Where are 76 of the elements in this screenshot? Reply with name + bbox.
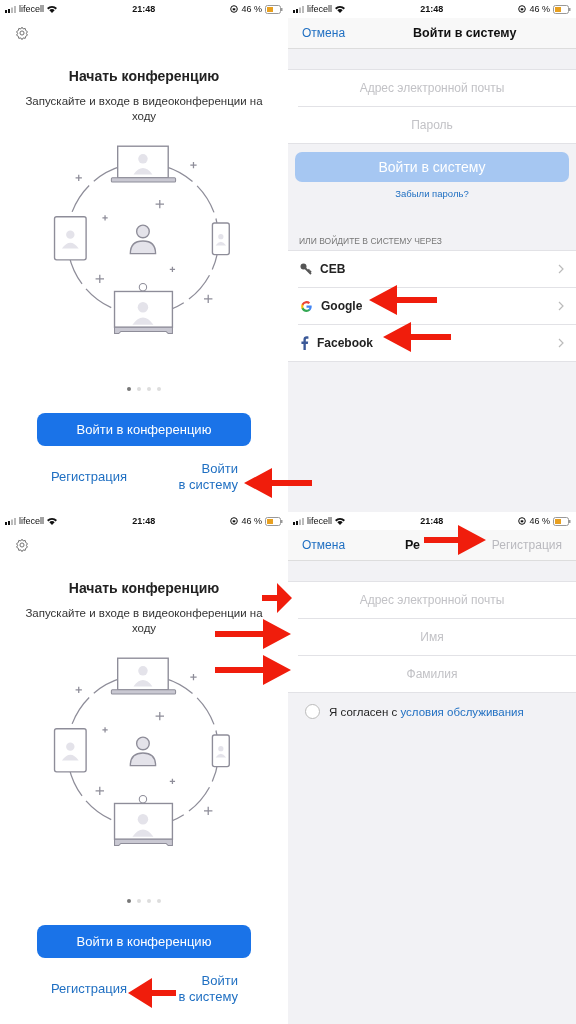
carrier-name: lifecell [19, 516, 44, 526]
cancel-link[interactable]: Отмена [302, 538, 346, 552]
signup-link[interactable]: Регистрация [51, 469, 127, 485]
page-dot[interactable] [127, 899, 131, 903]
orientation-lock-icon [518, 5, 527, 13]
page-dot[interactable] [137, 387, 141, 391]
join-meeting-button[interactable]: Войти в конференцию [37, 925, 251, 958]
screen-subtitle: Запускайте и входе в видеоконференции на ходу [24, 94, 264, 124]
status-time: 21:48 [132, 4, 156, 14]
carrier-name: lifecell [307, 516, 332, 526]
orientation-lock-icon [230, 517, 239, 525]
battery-icon [553, 4, 571, 14]
nav-title: Войти в систему [413, 26, 517, 40]
terms-link[interactable]: условия обслуживания [400, 705, 524, 718]
google-icon [300, 299, 313, 313]
nav-title: Ре [405, 538, 421, 552]
status-time: 21:48 [420, 4, 444, 14]
page-dot[interactable] [157, 899, 161, 903]
signin-link[interactable]: Войти в систему [178, 461, 238, 493]
battery-percent: 46 % [529, 4, 550, 14]
page-dot[interactable] [147, 899, 151, 903]
section-label: ИЛИ ВОЙДИТЕ В СИСТЕМУ ЧЕРЕЗ [298, 236, 443, 248]
wifi-icon [335, 5, 345, 13]
page-dot[interactable] [137, 899, 141, 903]
key-icon [300, 263, 312, 275]
battery-icon [553, 516, 571, 526]
signin-link[interactable]: Войти в систему [178, 973, 238, 1005]
battery-icon [265, 516, 283, 526]
chevron-right-icon [558, 301, 564, 311]
signal-icon [293, 517, 304, 525]
battery-icon [265, 4, 283, 14]
arrow [424, 525, 486, 555]
input-field[interactable]: Адрес электронной почты [288, 582, 576, 618]
agree-radio[interactable] [305, 704, 320, 719]
signal-icon [5, 5, 16, 13]
battery-percent: 46 % [529, 516, 550, 526]
screen-subtitle: Запускайте и входе в видеоконференции на ходу [24, 606, 264, 636]
join-meeting-button[interactable]: Войти в конференцию [37, 413, 251, 446]
arrow [383, 322, 451, 352]
page-dot[interactable] [147, 387, 151, 391]
wifi-icon [47, 517, 57, 525]
chevron-right-icon [558, 338, 564, 348]
arrow [369, 285, 437, 315]
arrow [262, 583, 292, 613]
signal-icon [5, 517, 16, 525]
orientation-lock-icon [518, 517, 527, 525]
battery-percent: 46 % [241, 516, 262, 526]
signal-icon [293, 5, 304, 13]
forgot-password-link[interactable]: Забыли пароль? [395, 188, 469, 199]
facebook-icon [300, 336, 309, 350]
wifi-icon [47, 5, 57, 13]
cancel-link[interactable]: Отмена [302, 26, 346, 40]
carrier-name: lifecell [307, 4, 332, 14]
provider-row[interactable]: Facebook [288, 325, 576, 361]
input-field[interactable]: Имя [288, 619, 576, 655]
screen-title: Начать конференцию [67, 68, 221, 84]
page-dot[interactable] [127, 387, 131, 391]
status-time: 21:48 [132, 516, 156, 526]
settings-icon[interactable] [15, 538, 29, 552]
provider-row[interactable]: CEB [288, 251, 576, 287]
wifi-icon [335, 517, 345, 525]
agreement-text: Я согласен с условия обслуживания [329, 705, 524, 718]
settings-icon[interactable] [15, 26, 29, 40]
input-field[interactable]: Адрес электронной почты [288, 70, 576, 106]
chevron-right-icon [558, 264, 564, 274]
signup-link[interactable]: Регистрация [51, 981, 127, 997]
input-field[interactable]: Пароль [288, 107, 576, 143]
status-time: 21:48 [420, 516, 444, 526]
arrow [128, 978, 176, 1008]
page-dot[interactable] [157, 387, 161, 391]
orientation-lock-icon [230, 5, 239, 13]
carrier-name: lifecell [19, 4, 44, 14]
battery-percent: 46 % [241, 4, 262, 14]
screen-title: Начать конференцию [67, 580, 221, 596]
arrow [244, 468, 312, 498]
input-field[interactable]: Фамилия [288, 656, 576, 692]
